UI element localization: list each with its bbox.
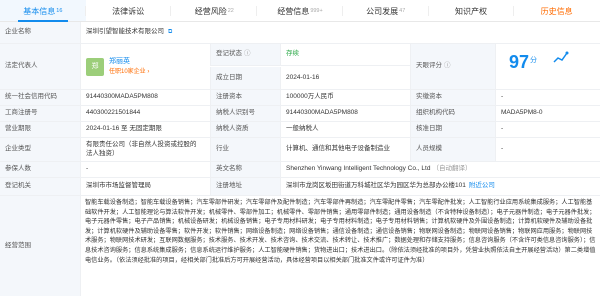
org-code-value: MADA5PM8-0	[495, 106, 600, 121]
legal-rep-name-link[interactable]: 郑丽英	[109, 57, 149, 66]
row-reg-authority: 登记机关 深圳市市场监督管理局 注册地址 深圳市龙岗区坂田街道万科城社区华为园区…	[0, 178, 600, 196]
copy-icon[interactable]: ⧉	[168, 28, 172, 36]
industry-value: 计算机、通信和其他电子设备制造业	[280, 138, 410, 161]
approve-date-value: -	[495, 122, 600, 137]
label-term: 营业期限	[0, 122, 80, 137]
label-reg-address: 注册地址	[210, 178, 280, 195]
tab-business-info[interactable]: 经营信息999+	[257, 0, 343, 21]
label-insured: 参保人数	[0, 162, 80, 177]
company-type-line1: 有限责任公司（非自然人投资或控股的	[86, 140, 197, 148]
label-credit-code: 统一社会信用代码	[0, 90, 80, 105]
label-company-type: 企业类型	[0, 138, 80, 161]
taxpayer-qual-value: 一般纳税人	[280, 122, 410, 137]
row-company-type: 企业类型 有限责任公司（非自然人投资或控股的 法人独资） 行业 计算机、通信和其…	[0, 138, 600, 162]
reg-status-value: 存续	[286, 50, 299, 58]
legal-rep-avatar: 郑	[86, 57, 104, 76]
tab-history[interactable]: 历史信息	[514, 0, 600, 21]
scope-value: 智能车载设备制造；智能车载设备销售；汽车零部件研发；汽车零部件及配件制造；汽车零…	[85, 199, 596, 264]
reg-number-value: 440300221501844	[80, 106, 210, 121]
reg-address-value: 深圳市龙岗区坂田街道万科城社区华为园区华为总部办公楼101	[286, 182, 466, 190]
row-company-name: 企业名称 深圳引望智能技术有限公司 ⧉	[0, 22, 600, 44]
label-paid-capital: 实缴资本	[410, 90, 495, 105]
company-name-value: 深圳引望智能技术有限公司	[86, 28, 164, 36]
taxpayer-id-value: 91440300MADA5PM808	[280, 106, 410, 121]
company-info-table: 企业名称 深圳引望智能技术有限公司 ⧉ 法定代表人 郑 郑丽英 任职10家企业 …	[0, 22, 600, 296]
tab-ip[interactable]: 知识产权	[429, 0, 515, 21]
label-reg-capital: 注册资本	[210, 90, 280, 105]
label-industry: 行业	[210, 138, 280, 161]
label-english-name: 英文名称	[210, 162, 280, 177]
nearby-companies-link[interactable]: 附近公司	[469, 182, 495, 191]
label-approve-date: 核准日期	[410, 122, 495, 137]
paid-capital-value: -	[495, 90, 600, 105]
company-type-line2: 法人独资）	[86, 149, 119, 157]
label-scope: 经营范围	[0, 196, 80, 296]
label-legal-rep: 法定代表人	[0, 44, 80, 89]
term-value: 2024-01-16 至 无固定期限	[80, 122, 210, 137]
tab-legal[interactable]: 法律诉讼	[86, 0, 172, 21]
tab-development[interactable]: 公司发展47	[343, 0, 429, 21]
english-name-value: Shenzhen Yinwang Intelligent Technology …	[286, 165, 431, 173]
founded-value: 2024-01-16	[280, 67, 410, 89]
row-insured: 参保人数 - 英文名称 Shenzhen Yinwang Intelligent…	[0, 162, 600, 178]
row-term: 营业期限 2024-01-16 至 无固定期限 纳税人资质 一般纳税人 核准日期…	[0, 122, 600, 138]
tianyan-score-unit: 分	[530, 57, 538, 64]
insured-value: -	[80, 162, 210, 177]
staff-size-value: -	[495, 138, 600, 161]
row-legal-rep: 法定代表人 郑 郑丽英 任职10家企业 › 登记状态 ⓘ 存续 成立日期 2024…	[0, 44, 600, 90]
tab-business-risk[interactable]: 经营风险22	[171, 0, 258, 21]
legal-rep-positions-link[interactable]: 任职10家企业 ›	[109, 68, 149, 76]
reg-capital-value: 100000万人民币	[280, 90, 410, 105]
reg-authority-value: 深圳市市场监督管理局	[80, 178, 210, 195]
credit-code-value: 91440300MADA5PM808	[80, 90, 210, 105]
english-auto-translate-note: （自动翻译）	[432, 165, 472, 173]
row-credit-code: 统一社会信用代码 91440300MADA5PM808 注册资本 100000万…	[0, 90, 600, 106]
label-founded: 成立日期	[210, 67, 280, 89]
tianyan-score-value: 97	[509, 52, 530, 72]
tab-basic-info[interactable]: 基本信息16	[0, 0, 86, 22]
row-scope: 经营范围 智能车载设备制造；智能车载设备销售；汽车零部件研发；汽车零部件及配件制…	[0, 196, 600, 296]
label-tianyan-score: 天眼评分	[416, 62, 442, 70]
row-reg-number: 工商注册号 440300221501844 纳税人识别号 91440300MAD…	[0, 106, 600, 122]
label-org-code: 组织机构代码	[410, 106, 495, 121]
label-taxpayer-qual: 纳税人资质	[210, 122, 280, 137]
score-chart-icon	[553, 51, 569, 63]
label-company-name: 企业名称	[0, 22, 80, 43]
label-reg-status: 登记状态 ⓘ	[210, 44, 280, 66]
label-reg-authority: 登记机关	[0, 178, 80, 195]
label-taxpayer-id: 纳税人识别号	[210, 106, 280, 121]
label-reg-number: 工商注册号	[0, 106, 80, 121]
label-staff-size: 人员规模	[410, 138, 495, 161]
tab-bar: 基本信息16 法律诉讼 经营风险22 经营信息999+ 公司发展47 知识产权 …	[0, 0, 600, 22]
